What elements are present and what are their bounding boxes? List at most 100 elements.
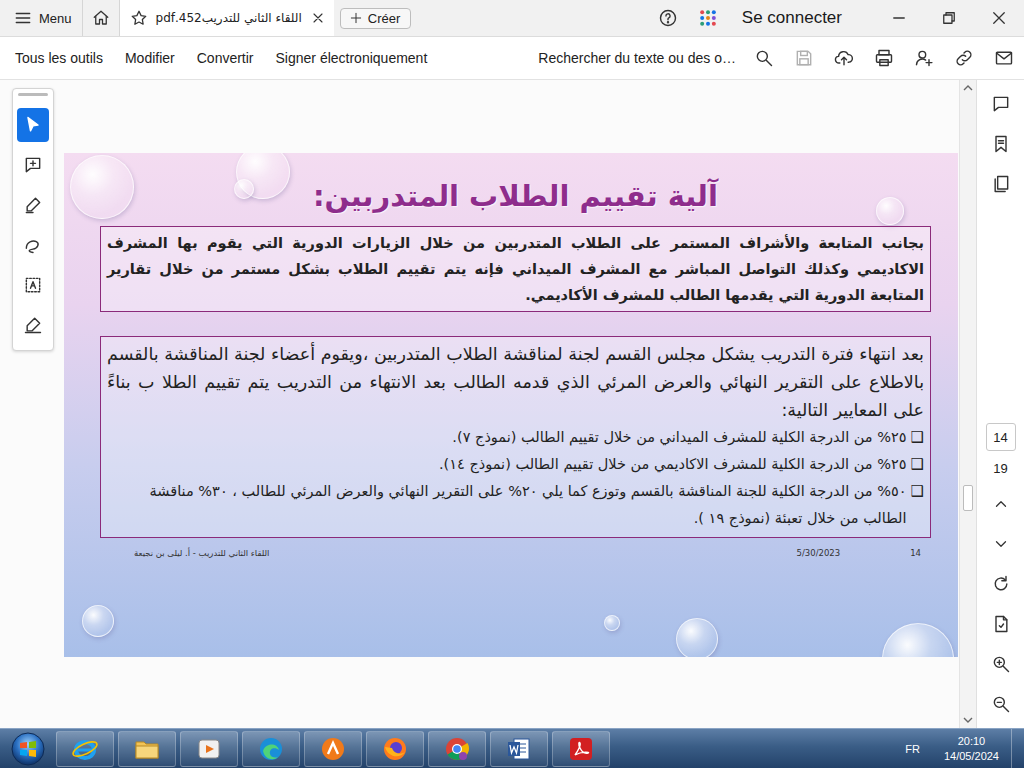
criteria-item: ❑٢٥% من الدرجة الكلية للمشرف الميداني من… xyxy=(107,424,924,451)
draw-curve-icon[interactable] xyxy=(17,228,49,262)
scroll-track[interactable] xyxy=(960,96,976,712)
scroll-down-icon[interactable] xyxy=(960,712,976,728)
water-drop xyxy=(82,605,114,637)
home-icon[interactable] xyxy=(82,0,120,36)
bullet-marker: ❑ xyxy=(911,451,924,478)
acrobat-icon[interactable] xyxy=(552,731,610,767)
mail-icon[interactable] xyxy=(984,37,1024,79)
link-icon[interactable] xyxy=(944,37,984,79)
cursor-icon[interactable] xyxy=(17,108,49,142)
workspace: آلية تقييم الطلاب المتدربين: بجانب المتاب… xyxy=(0,80,1024,728)
previous-page-icon[interactable] xyxy=(985,488,1017,520)
cloud-upload-icon[interactable] xyxy=(824,37,864,79)
water-drop xyxy=(70,155,134,219)
criteria-text: ٥٠% من الدرجة الكلية للجنة المناقشة بالق… xyxy=(107,478,907,530)
water-drop xyxy=(234,179,254,199)
slide-content: آلية تقييم الطلاب المتدربين: بجانب المتاب… xyxy=(100,177,931,558)
criteria-text: ٢٥% من الدرجة الكلية للمشرف الميداني من … xyxy=(452,424,906,451)
footer-date: 5/30/2023 xyxy=(797,548,841,558)
next-page-icon[interactable] xyxy=(985,528,1017,560)
bullet-marker: ❑ xyxy=(911,478,924,530)
scroll-thumb[interactable] xyxy=(963,485,973,511)
document-check-icon[interactable] xyxy=(985,608,1017,640)
bookmark-icon[interactable] xyxy=(985,128,1017,160)
create-button[interactable]: Créer xyxy=(340,8,412,29)
document-view[interactable]: آلية تقييم الطلاب المتدربين: بجانب المتاب… xyxy=(0,80,959,728)
water-drop xyxy=(604,615,620,631)
text-select-icon[interactable] xyxy=(17,268,49,302)
water-drop xyxy=(876,197,904,225)
share-person-icon[interactable] xyxy=(904,37,944,79)
menu-button[interactable]: Menu xyxy=(0,0,82,36)
system-tray: FR 20:1014/05/2024 xyxy=(905,729,1024,768)
language-indicator[interactable]: FR xyxy=(905,743,920,755)
rail-grip[interactable] xyxy=(18,93,48,96)
toolbar: Tous les outilsModifierConvertirSigner é… xyxy=(0,37,1024,80)
firefox-icon[interactable] xyxy=(366,731,424,767)
page-navigation: 1419 xyxy=(985,423,1017,720)
clock-date[interactable]: 14/05/2024 xyxy=(944,749,999,764)
document-tab[interactable]: اللقاء الثاني للتدريب452.pdf xyxy=(120,0,334,36)
close-window-icon[interactable] xyxy=(974,0,1024,36)
total-pages: 19 xyxy=(993,459,1007,480)
close-icon[interactable] xyxy=(310,10,326,26)
sign-pen-icon[interactable] xyxy=(17,308,49,342)
apps-icon[interactable] xyxy=(688,0,728,36)
water-drop xyxy=(882,623,954,657)
title-bar: Menu اللقاء الثاني للتدريب452.pdf Créer Se … xyxy=(0,0,1024,37)
criteria-box: بعد انتهاء فترة التدريب يشكل مجلس القسم … xyxy=(100,336,931,537)
restore-icon[interactable] xyxy=(924,0,974,36)
internet-explorer-icon[interactable] xyxy=(56,731,114,767)
zoom-in-icon[interactable] xyxy=(985,648,1017,680)
tool-rail xyxy=(12,88,54,351)
slide-page: آلية تقييم الطلاب المتدربين: بجانب المتاب… xyxy=(64,153,958,657)
printer-icon[interactable] xyxy=(864,37,904,79)
sign-in-button[interactable]: Se connecter xyxy=(742,8,842,28)
tab-title[interactable]: اللقاء الثاني للتدريب452.pdf xyxy=(156,11,302,25)
chrome-icon[interactable] xyxy=(428,731,486,767)
add-comment-icon[interactable] xyxy=(17,148,49,182)
edge-icon[interactable] xyxy=(242,731,300,767)
clock[interactable]: 20:1014/05/2024 xyxy=(944,734,999,764)
intro-box: بجانب المتابعة والأشراف المستمر على الطل… xyxy=(100,226,931,312)
highlighter-icon[interactable] xyxy=(17,188,49,222)
panel-buttons xyxy=(985,88,1017,200)
footer-author: اللقاء الثاني للتدريب - أ. ليلى بن نجيعة xyxy=(134,548,269,558)
toolbar-item[interactable]: Convertir xyxy=(186,50,265,66)
search-field[interactable]: Rechercher du texte ou des o… xyxy=(538,50,736,66)
plus-icon[interactable] xyxy=(349,11,363,25)
media-player-icon[interactable] xyxy=(180,731,238,767)
right-rail: 1419 xyxy=(976,80,1024,728)
pages-icon[interactable] xyxy=(985,168,1017,200)
clock-time[interactable]: 20:10 xyxy=(958,734,986,749)
word-icon[interactable] xyxy=(490,731,548,767)
star-icon[interactable] xyxy=(130,9,148,27)
footer-page: 14 xyxy=(910,548,921,558)
scroll-up-icon[interactable] xyxy=(960,80,976,96)
orange-app-icon[interactable] xyxy=(304,731,362,767)
toolbar-item[interactable]: Modifier xyxy=(114,50,186,66)
toolbar-item[interactable]: Tous les outils xyxy=(0,50,114,66)
zoom-out-icon[interactable] xyxy=(985,688,1017,720)
show-desktop-button[interactable] xyxy=(1011,729,1024,768)
refresh-icon[interactable] xyxy=(985,568,1017,600)
create-label[interactable]: Créer xyxy=(368,11,401,26)
windows-start-icon[interactable] xyxy=(0,729,56,768)
file-explorer-icon[interactable] xyxy=(118,731,176,767)
toolbar-item[interactable]: Signer électroniquement xyxy=(265,50,439,66)
minimize-icon[interactable] xyxy=(874,0,924,36)
hamburger-icon[interactable] xyxy=(14,9,32,27)
criteria-item: ❑٥٠% من الدرجة الكلية للجنة المناقشة بال… xyxy=(107,478,924,530)
vertical-scrollbar[interactable] xyxy=(959,80,976,728)
current-page-field[interactable]: 14 xyxy=(986,423,1016,451)
slide-title: آلية تقييم الطلاب المتدربين: xyxy=(100,177,931,216)
water-drop xyxy=(676,618,718,657)
criteria-intro: بعد انتهاء فترة التدريب يشكل مجلس القسم … xyxy=(107,340,924,424)
help-icon[interactable] xyxy=(648,0,688,36)
menu-label[interactable]: Menu xyxy=(39,11,72,26)
save-icon[interactable] xyxy=(784,37,824,79)
bullet-marker: ❑ xyxy=(911,424,924,451)
criteria-text: ٢٥% من الدرجة الكلية للمشرف الاكاديمي من… xyxy=(439,451,907,478)
comment-icon[interactable] xyxy=(985,88,1017,120)
magnifier-icon[interactable] xyxy=(744,37,784,79)
